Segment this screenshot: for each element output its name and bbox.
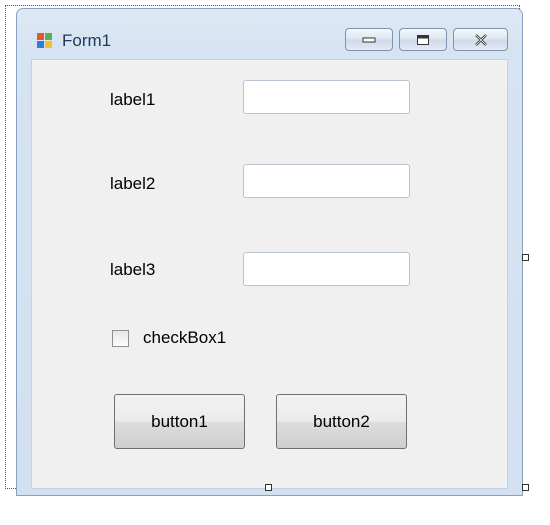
window-title: Form1 <box>62 31 112 50</box>
close-button[interactable] <box>453 28 508 51</box>
form-window: Form1 label1 label2 label3 checkBox1 but… <box>16 8 523 496</box>
textbox2[interactable] <box>243 164 410 198</box>
windows-form-icon <box>37 33 52 48</box>
textbox1[interactable] <box>243 80 410 114</box>
close-icon <box>474 33 487 46</box>
button2[interactable]: button2 <box>276 394 407 449</box>
form-client-area: label1 label2 label3 checkBox1 button1 b… <box>31 59 508 489</box>
title-bar[interactable]: Form1 <box>17 9 522 61</box>
minimize-icon <box>362 37 376 42</box>
maximize-icon <box>417 34 429 45</box>
maximize-button[interactable] <box>399 28 447 51</box>
resize-handle-right[interactable] <box>522 254 529 261</box>
button1-label: button1 <box>151 411 208 431</box>
checkbox1-box[interactable] <box>112 330 129 347</box>
button2-label: button2 <box>313 411 370 431</box>
resize-handle-corner[interactable] <box>522 484 529 491</box>
resize-handle-bottom[interactable] <box>265 484 272 491</box>
textbox3[interactable] <box>243 252 410 286</box>
label1: label1 <box>110 90 156 109</box>
button1[interactable]: button1 <box>114 394 245 449</box>
label3: label3 <box>110 260 156 279</box>
label2: label2 <box>110 174 156 193</box>
minimize-button[interactable] <box>345 28 393 51</box>
checkbox1-label[interactable]: checkBox1 <box>143 328 226 348</box>
